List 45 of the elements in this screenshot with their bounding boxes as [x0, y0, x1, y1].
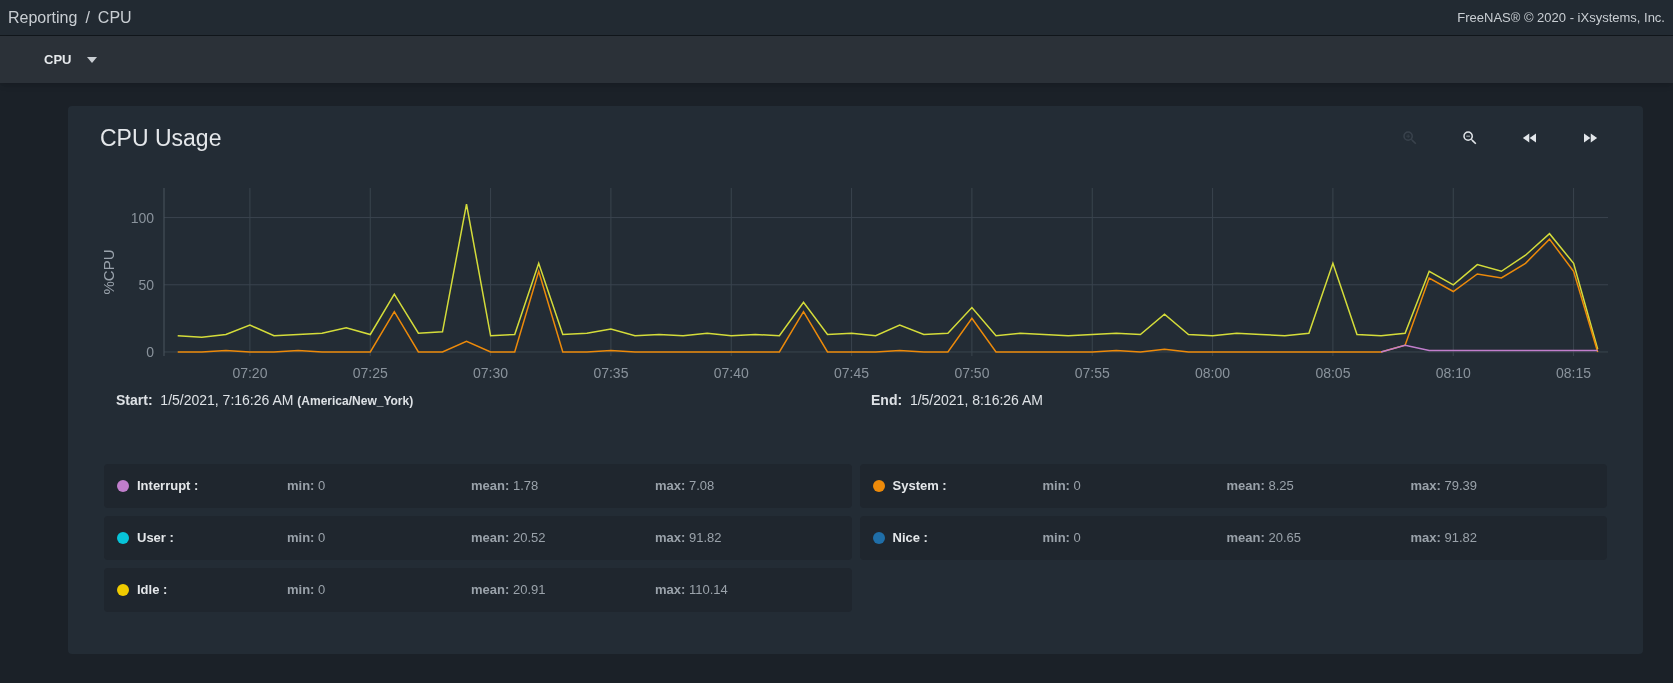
series-name: Idle : — [137, 580, 169, 599]
stat-value: mean: 1.78 — [471, 476, 540, 495]
start-time: Start: 1/5/2021, 7:16:26 AM (America/New_York) — [116, 390, 415, 410]
stat-value: mean: 20.52 — [471, 528, 547, 547]
stat-value: max: 91.82 — [1410, 528, 1479, 547]
x-tick-label: 07:25 — [352, 364, 388, 381]
x-tick-label: 07:50 — [954, 364, 990, 381]
end-time: End: 1/5/2021, 8:16:26 AM — [871, 390, 1043, 410]
stat-value: mean: 20.65 — [1226, 528, 1302, 547]
x-tick-label: 07:20 — [232, 364, 268, 381]
stat-value: min: 0 — [287, 528, 327, 547]
series-name: Nice : — [892, 528, 929, 547]
x-tick-label: 07:35 — [593, 364, 629, 381]
stat-value: max: 7.08 — [655, 476, 716, 495]
stat-value: min: 0 — [1042, 476, 1082, 495]
stat-value: max: 91.82 — [655, 528, 723, 547]
y-tick-label: 0 — [146, 343, 154, 360]
y-tick-label: 100 — [130, 209, 154, 226]
x-tick-label: 08:05 — [1315, 364, 1351, 381]
stat-value: mean: 8.25 — [1226, 476, 1295, 495]
card-title: CPU Usage — [100, 124, 222, 153]
series-name: User : — [137, 528, 175, 547]
stat-value: min: 0 — [1042, 528, 1082, 547]
series-name: System : — [892, 476, 948, 495]
breadcrumb-separator: / — [85, 7, 90, 28]
copyright-text: FreeNAS® © 2020 - iXsystems, Inc. — [1457, 8, 1665, 27]
breadcrumb-item[interactable]: Reporting — [8, 5, 78, 30]
cpu-dropdown[interactable]: CPU — [44, 49, 98, 70]
stat-value: min: 0 — [287, 476, 327, 495]
stat-value: min: 0 — [287, 580, 327, 599]
caret-icon — [87, 56, 98, 63]
x-tick-label: 08:00 — [1195, 364, 1231, 381]
x-tick-label: 07:40 — [713, 364, 749, 381]
y-tick-label: 50 — [138, 276, 154, 293]
x-tick-label: 07:55 — [1074, 364, 1110, 381]
breadcrumb-item[interactable]: CPU — [97, 5, 132, 30]
stat-value: max: 79.39 — [1410, 476, 1479, 495]
x-tick-label: 07:30 — [473, 364, 509, 381]
x-tick-label: 08:10 — [1435, 364, 1471, 381]
stat-value: max: 110.14 — [655, 580, 729, 599]
stat-value: mean: 20.91 — [471, 580, 547, 599]
x-tick-label: 07:45 — [834, 364, 870, 381]
series-name: Interrupt : — [137, 476, 200, 495]
x-tick-label: 08:15 — [1556, 364, 1592, 381]
y-axis-label: %CPU — [100, 249, 117, 294]
